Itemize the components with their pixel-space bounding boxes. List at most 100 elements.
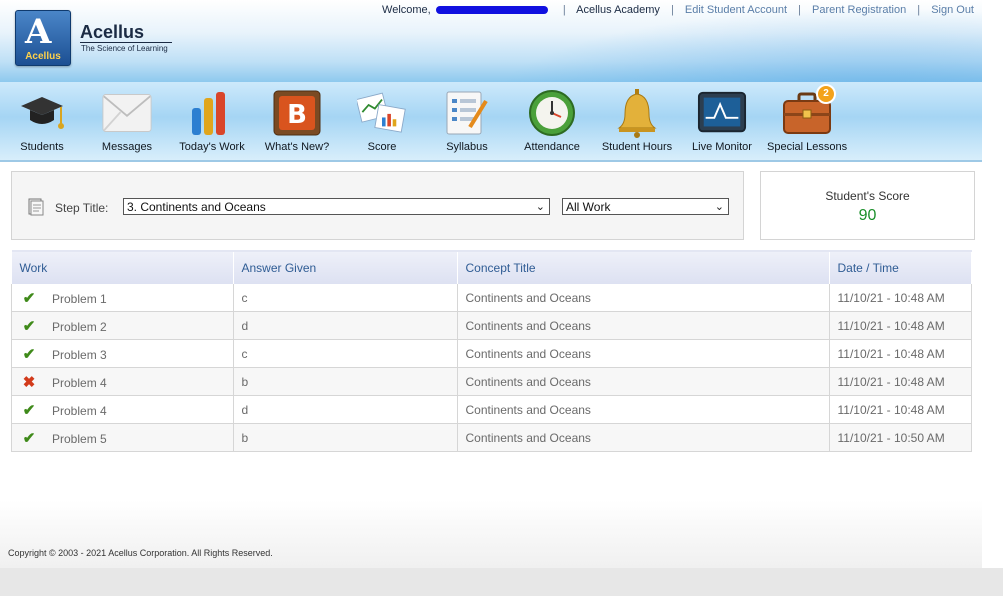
blogger-icon: B — [272, 88, 322, 138]
sign-out-link[interactable]: Sign Out — [931, 4, 974, 16]
toolbar-label: Student Hours — [601, 141, 673, 153]
work-name: Problem 3 — [52, 347, 107, 362]
table-row[interactable]: ✔ Problem 4 d Continents and Oceans 11/10/21… — [11, 395, 972, 424]
toolbar-label: Students — [20, 141, 64, 153]
answer-cell: c — [233, 339, 458, 368]
work-filter-value: All Work — [566, 200, 611, 214]
svg-text:B: B — [287, 100, 307, 130]
table-row[interactable]: ✖ Problem 4 b Continents and Oceans 11/10/21… — [11, 367, 972, 396]
datetime-cell: 11/10/21 - 10:50 AM — [829, 423, 972, 452]
concept-cell: Continents and Oceans — [457, 367, 830, 396]
work-cell: ✖ Problem 4 — [11, 367, 234, 396]
step-title-value: 3. Continents and Oceans — [127, 200, 266, 214]
work-name: Problem 5 — [52, 431, 107, 446]
separator: | — [670, 4, 674, 16]
answer-cell: d — [233, 395, 458, 424]
checkmark-icon: ✔ — [22, 317, 36, 335]
step-filter-panel: Step Title: 3. Continents and Oceans ⌄ A… — [11, 171, 744, 240]
datetime-cell: 11/10/21 - 10:48 AM — [829, 339, 972, 368]
toolbar-attendance[interactable]: Attendance — [512, 88, 592, 153]
acellus-logo[interactable]: A Acellus — [15, 10, 71, 66]
concept-cell: Continents and Oceans — [457, 284, 830, 312]
page-bottom — [0, 568, 1003, 596]
concept-cell: Continents and Oceans — [457, 339, 830, 368]
edit-student-account-link[interactable]: Edit Student Account — [685, 4, 787, 16]
parent-registration-link[interactable]: Parent Registration — [812, 4, 906, 16]
logo-glyph: A — [25, 12, 52, 52]
step-title-select[interactable]: 3. Continents and Oceans ⌄ — [123, 198, 550, 215]
toolbar-special-lessons[interactable]: 2 Special Lessons — [767, 84, 848, 153]
student-score-value: 90 — [858, 207, 877, 224]
toolbar-score[interactable]: Score — [342, 88, 422, 153]
toolbar-label: Score — [367, 141, 397, 153]
concept-cell: Continents and Oceans — [457, 423, 830, 452]
toolbar-whats-new[interactable]: B What's New? — [257, 88, 337, 153]
toolbar-todays-work[interactable]: Today's Work — [172, 88, 252, 153]
answer-cell: c — [233, 284, 458, 312]
work-name: Problem 4 — [52, 403, 107, 418]
table-row[interactable]: ✔ Problem 2 d Continents and Oceans 11/10/21… — [11, 311, 972, 340]
bar-chart-icon — [187, 88, 237, 138]
briefcase-icon: 2 — [782, 84, 836, 138]
clock-icon — [527, 88, 577, 138]
checkmark-icon: ✔ — [22, 401, 36, 419]
answer-cell: d — [233, 311, 458, 340]
bell-icon — [612, 88, 662, 138]
work-name: Problem 2 — [52, 319, 107, 334]
page: A Acellus Acellus The Science of Learnin… — [0, 0, 982, 568]
redacted-username — [435, 6, 548, 15]
separator: | — [917, 4, 921, 16]
toolbar-syllabus[interactable]: Syllabus — [427, 88, 507, 153]
toolbar-students[interactable]: Students — [2, 88, 82, 153]
acellus-academy-link[interactable]: Acellus Academy — [576, 4, 660, 16]
datetime-cell: 11/10/21 - 10:48 AM — [829, 367, 972, 396]
envelope-icon — [102, 88, 152, 138]
table-header-row: Work Answer Given Concept Title Date / T… — [11, 250, 972, 284]
x-mark-icon: ✖ — [22, 373, 36, 391]
work-name: Problem 1 — [52, 291, 107, 306]
toolbar-label: Messages — [101, 141, 153, 153]
toolbar-label: Live Monitor — [692, 141, 752, 153]
work-cell: ✔ Problem 5 — [11, 423, 234, 452]
table-row[interactable]: ✔ Problem 5 b Continents and Oceans 11/10/21… — [11, 423, 972, 452]
column-header-datetime: Date / Time — [829, 250, 972, 284]
work-cell: ✔ Problem 4 — [11, 395, 234, 424]
main-toolbar: Students Messages Today's Work B What's … — [0, 82, 982, 162]
logo-word: Acellus — [25, 51, 61, 62]
separator: | — [562, 4, 566, 16]
checkmark-icon: ✔ — [22, 289, 36, 307]
toolbar-label: Syllabus — [446, 141, 488, 153]
separator: | — [798, 4, 801, 16]
checkmark-icon: ✔ — [22, 345, 36, 363]
toolbar-student-hours[interactable]: Student Hours — [597, 88, 677, 153]
right-margin — [982, 0, 1003, 568]
work-cell: ✔ Problem 1 — [11, 284, 234, 312]
work-name: Problem 4 — [52, 375, 107, 390]
work-filter-select[interactable]: All Work ⌄ — [562, 198, 729, 215]
brand-name: Acellus — [80, 22, 145, 42]
answer-cell: b — [233, 367, 458, 396]
toolbar-label: What's New? — [264, 141, 330, 153]
syllabus-list-icon — [442, 88, 492, 138]
monitor-icon — [697, 88, 747, 138]
step-title-label: Step Title: — [55, 201, 109, 215]
student-score-panel: Student's Score 90 — [760, 171, 975, 240]
welcome-text: Welcome, — [382, 4, 431, 16]
chevron-down-icon: ⌄ — [714, 201, 724, 213]
column-header-concept: Concept Title — [457, 250, 830, 284]
copyright-footer: Copyright © 2003 - 2021 Acellus Corporat… — [8, 548, 273, 558]
brand-divider — [80, 42, 172, 43]
toolbar-live-monitor[interactable]: Live Monitor — [682, 88, 762, 153]
graduation-cap-icon — [17, 88, 67, 138]
table-row[interactable]: ✔ Problem 1 c Continents and Oceans 11/10/21… — [11, 284, 972, 312]
student-score-title: Student's Score — [825, 189, 910, 203]
datetime-cell: 11/10/21 - 10:48 AM — [829, 311, 972, 340]
toolbar-label: Today's Work — [179, 141, 245, 153]
top-links: Welcome, | Acellus Academy | Edit Studen… — [382, 4, 974, 16]
score-charts-icon — [357, 88, 407, 138]
table-row[interactable]: ✔ Problem 3 c Continents and Oceans 11/10/21… — [11, 339, 972, 368]
column-header-answer: Answer Given — [233, 250, 458, 284]
toolbar-messages[interactable]: Messages — [87, 88, 167, 153]
work-cell: ✔ Problem 3 — [11, 339, 234, 368]
toolbar-label: Special Lessons — [767, 141, 848, 153]
